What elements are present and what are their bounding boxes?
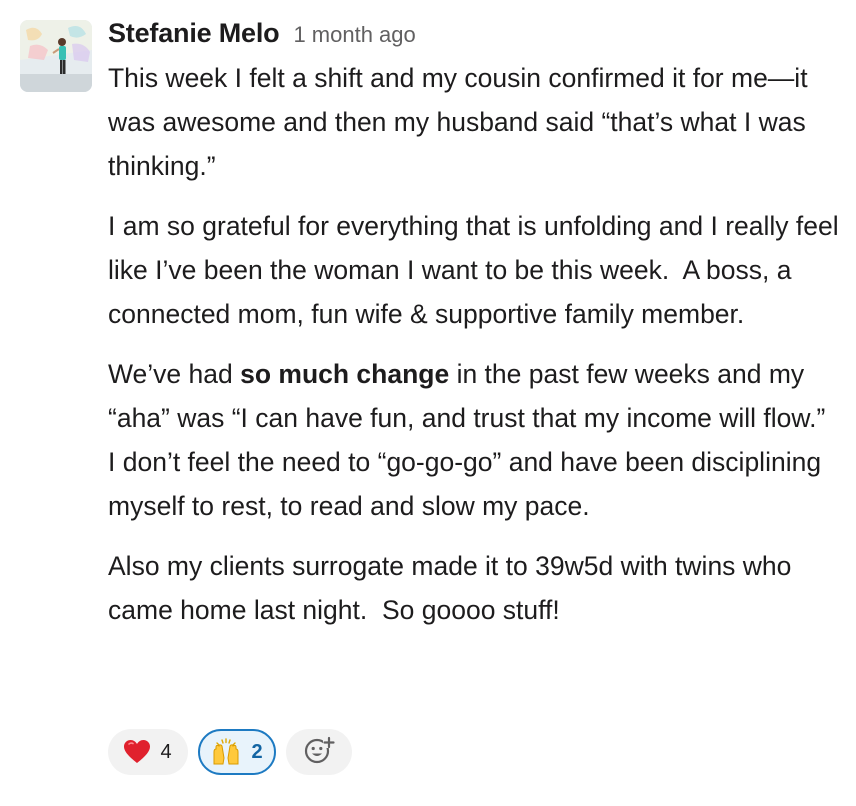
message-paragraph-4: Also my clients surrogate made it to 39w… (108, 551, 799, 625)
heart-emoji-icon (124, 740, 151, 764)
reaction-count: 4 (160, 740, 172, 763)
reaction-count: 2 (251, 740, 263, 763)
reactions-bar: 4 2 (108, 729, 352, 775)
reaction-raising-hands[interactable]: 2 (198, 729, 276, 775)
message-paragraph-3: We’ve had so much change in the past few… (108, 352, 843, 528)
add-emoji-icon (303, 735, 335, 770)
message-paragraph-2: I am so grateful for everything that is … (108, 211, 847, 329)
add-reaction-button[interactable] (286, 729, 352, 775)
paragraph-3-start: We’ve had (108, 359, 241, 389)
avatar[interactable] (20, 20, 92, 92)
message-paragraph-1: This week I felt a shift and my cousin c… (108, 63, 815, 181)
reaction-heart[interactable]: 4 (108, 729, 188, 775)
message: Stefanie Melo 1 month ago This week I fe… (0, 0, 856, 806)
author-name[interactable]: Stefanie Melo (108, 18, 280, 49)
raising-hands-emoji-icon (211, 738, 241, 766)
bold-text: so much change (240, 359, 450, 389)
message-content: Stefanie Melo 1 month ago This week I fe… (108, 14, 843, 632)
message-header: Stefanie Melo 1 month ago (108, 14, 843, 60)
timestamp[interactable]: 1 month ago (293, 22, 415, 48)
